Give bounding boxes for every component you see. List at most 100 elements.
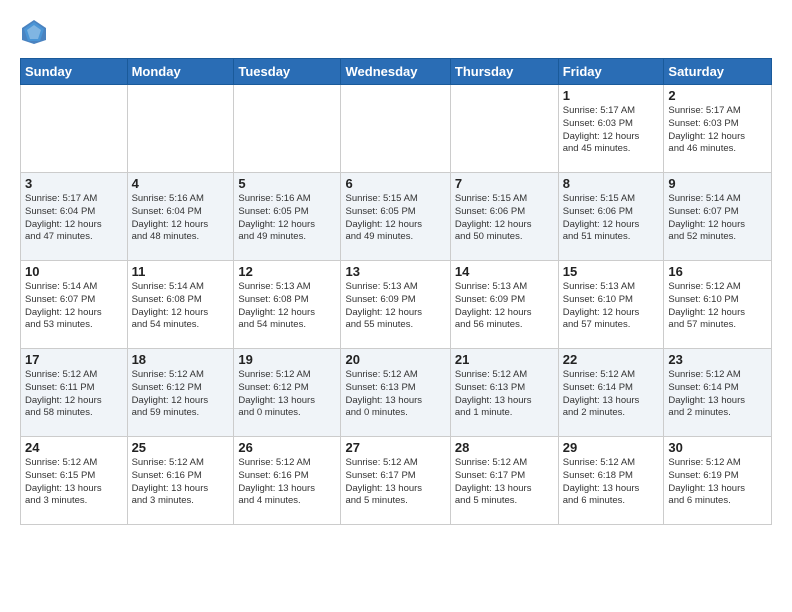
day-number: 21 xyxy=(455,352,554,367)
weekday-header-wednesday: Wednesday xyxy=(341,59,450,85)
calendar-cell: 25 Sunrise: 5:12 AM Sunset: 6:16 PM Dayli… xyxy=(127,437,234,525)
day-number: 26 xyxy=(238,440,336,455)
day-info: Sunrise: 5:17 AM Sunset: 6:03 PM Dayligh… xyxy=(563,105,660,156)
day-number: 13 xyxy=(345,264,445,279)
day-info: Sunrise: 5:14 AM Sunset: 6:07 PM Dayligh… xyxy=(668,193,767,244)
calendar-cell: 4Sunrise: 5:16 AM Sunset: 6:04 PM Daylig… xyxy=(127,173,234,261)
day-number: 6 xyxy=(345,176,445,191)
day-info: Sunrise: 5:12 AM Sunset: 6:12 PM Dayligh… xyxy=(132,369,230,420)
day-info: Sunrise: 5:13 AM Sunset: 6:09 PM Dayligh… xyxy=(455,281,554,332)
calendar-cell: 19 Sunrise: 5:12 AM Sunset: 6:12 PM Dayli… xyxy=(234,349,341,437)
calendar-cell: 15Sunrise: 5:13 AM Sunset: 6:10 PM Dayli… xyxy=(558,261,664,349)
calendar-cell: 20 Sunrise: 5:12 AM Sunset: 6:13 PM Dayli… xyxy=(341,349,450,437)
day-info: Sunrise: 5:12 AM Sunset: 6:17 PM Dayligh… xyxy=(455,457,554,508)
calendar-cell: 21 Sunrise: 5:12 AM Sunset: 6:13 PM Dayli… xyxy=(450,349,558,437)
day-info: Sunrise: 5:12 AM Sunset: 6:12 PM Dayligh… xyxy=(238,369,336,420)
calendar-cell: 24 Sunrise: 5:12 AM Sunset: 6:15 PM Dayli… xyxy=(21,437,128,525)
calendar-cell: 6 Sunrise: 5:15 AM Sunset: 6:05 PM Daylig… xyxy=(341,173,450,261)
day-number: 23 xyxy=(668,352,767,367)
day-number: 3 xyxy=(25,176,123,191)
day-number: 7 xyxy=(455,176,554,191)
calendar-week-2: 3 Sunrise: 5:17 AM Sunset: 6:04 PM Daylig… xyxy=(21,173,772,261)
day-number: 19 xyxy=(238,352,336,367)
day-info: Sunrise: 5:12 AM Sunset: 6:16 PM Dayligh… xyxy=(132,457,230,508)
day-info: Sunrise: 5:13 AM Sunset: 6:08 PM Dayligh… xyxy=(238,281,336,332)
calendar-header-row: SundayMondayTuesdayWednesdayThursdayFrid… xyxy=(21,59,772,85)
calendar-cell: 27 Sunrise: 5:12 AM Sunset: 6:17 PM Dayli… xyxy=(341,437,450,525)
day-info: Sunrise: 5:12 AM Sunset: 6:11 PM Dayligh… xyxy=(25,369,123,420)
day-info: Sunrise: 5:16 AM Sunset: 6:05 PM Dayligh… xyxy=(238,193,336,244)
day-info: Sunrise: 5:12 AM Sunset: 6:14 PM Dayligh… xyxy=(668,369,767,420)
calendar-cell xyxy=(450,85,558,173)
day-number: 18 xyxy=(132,352,230,367)
calendar-week-3: 10Sunrise: 5:14 AM Sunset: 6:07 PM Dayli… xyxy=(21,261,772,349)
day-number: 16 xyxy=(668,264,767,279)
calendar-cell: 18 Sunrise: 5:12 AM Sunset: 6:12 PM Dayli… xyxy=(127,349,234,437)
day-info: Sunrise: 5:12 AM Sunset: 6:17 PM Dayligh… xyxy=(345,457,445,508)
day-number: 11 xyxy=(132,264,230,279)
calendar-cell xyxy=(127,85,234,173)
day-info: Sunrise: 5:12 AM Sunset: 6:18 PM Dayligh… xyxy=(563,457,660,508)
day-number: 24 xyxy=(25,440,123,455)
calendar-cell: 11 Sunrise: 5:14 AM Sunset: 6:08 PM Dayli… xyxy=(127,261,234,349)
weekday-header-saturday: Saturday xyxy=(664,59,772,85)
calendar-cell: 29 Sunrise: 5:12 AM Sunset: 6:18 PM Dayli… xyxy=(558,437,664,525)
day-info: Sunrise: 5:13 AM Sunset: 6:09 PM Dayligh… xyxy=(345,281,445,332)
logo-icon xyxy=(20,18,48,46)
calendar-cell: 28 Sunrise: 5:12 AM Sunset: 6:17 PM Dayli… xyxy=(450,437,558,525)
calendar-cell: 9Sunrise: 5:14 AM Sunset: 6:07 PM Daylig… xyxy=(664,173,772,261)
day-info: Sunrise: 5:17 AM Sunset: 6:03 PM Dayligh… xyxy=(668,105,767,156)
calendar-cell xyxy=(341,85,450,173)
calendar-cell xyxy=(21,85,128,173)
day-number: 5 xyxy=(238,176,336,191)
weekday-header-thursday: Thursday xyxy=(450,59,558,85)
day-number: 28 xyxy=(455,440,554,455)
day-number: 25 xyxy=(132,440,230,455)
day-number: 17 xyxy=(25,352,123,367)
day-info: Sunrise: 5:15 AM Sunset: 6:06 PM Dayligh… xyxy=(563,193,660,244)
day-info: Sunrise: 5:12 AM Sunset: 6:10 PM Dayligh… xyxy=(668,281,767,332)
calendar-week-1: 1 Sunrise: 5:17 AM Sunset: 6:03 PM Daylig… xyxy=(21,85,772,173)
day-number: 22 xyxy=(563,352,660,367)
day-number: 14 xyxy=(455,264,554,279)
calendar-cell: 26Sunrise: 5:12 AM Sunset: 6:16 PM Dayli… xyxy=(234,437,341,525)
calendar-cell: 12 Sunrise: 5:13 AM Sunset: 6:08 PM Dayli… xyxy=(234,261,341,349)
weekday-header-sunday: Sunday xyxy=(21,59,128,85)
day-number: 29 xyxy=(563,440,660,455)
calendar-cell xyxy=(234,85,341,173)
calendar-table: SundayMondayTuesdayWednesdayThursdayFrid… xyxy=(20,58,772,525)
calendar-week-5: 24 Sunrise: 5:12 AM Sunset: 6:15 PM Dayli… xyxy=(21,437,772,525)
day-info: Sunrise: 5:17 AM Sunset: 6:04 PM Dayligh… xyxy=(25,193,123,244)
day-info: Sunrise: 5:13 AM Sunset: 6:10 PM Dayligh… xyxy=(563,281,660,332)
calendar-cell: 14 Sunrise: 5:13 AM Sunset: 6:09 PM Dayli… xyxy=(450,261,558,349)
calendar-cell: 7 Sunrise: 5:15 AM Sunset: 6:06 PM Daylig… xyxy=(450,173,558,261)
weekday-header-friday: Friday xyxy=(558,59,664,85)
day-number: 8 xyxy=(563,176,660,191)
calendar-cell: 3 Sunrise: 5:17 AM Sunset: 6:04 PM Daylig… xyxy=(21,173,128,261)
calendar-cell: 16 Sunrise: 5:12 AM Sunset: 6:10 PM Dayli… xyxy=(664,261,772,349)
page: SundayMondayTuesdayWednesdayThursdayFrid… xyxy=(0,0,792,535)
day-number: 4 xyxy=(132,176,230,191)
calendar-cell: 30 Sunrise: 5:12 AM Sunset: 6:19 PM Dayli… xyxy=(664,437,772,525)
logo xyxy=(20,18,54,46)
calendar-cell: 17 Sunrise: 5:12 AM Sunset: 6:11 PM Dayli… xyxy=(21,349,128,437)
day-number: 2 xyxy=(668,88,767,103)
calendar-cell: 2 Sunrise: 5:17 AM Sunset: 6:03 PM Daylig… xyxy=(664,85,772,173)
day-info: Sunrise: 5:12 AM Sunset: 6:13 PM Dayligh… xyxy=(345,369,445,420)
day-info: Sunrise: 5:12 AM Sunset: 6:15 PM Dayligh… xyxy=(25,457,123,508)
day-number: 10 xyxy=(25,264,123,279)
day-number: 30 xyxy=(668,440,767,455)
day-info: Sunrise: 5:12 AM Sunset: 6:19 PM Dayligh… xyxy=(668,457,767,508)
day-info: Sunrise: 5:15 AM Sunset: 6:06 PM Dayligh… xyxy=(455,193,554,244)
day-number: 27 xyxy=(345,440,445,455)
day-info: Sunrise: 5:12 AM Sunset: 6:13 PM Dayligh… xyxy=(455,369,554,420)
weekday-header-tuesday: Tuesday xyxy=(234,59,341,85)
day-info: Sunrise: 5:14 AM Sunset: 6:08 PM Dayligh… xyxy=(132,281,230,332)
calendar-cell: 22Sunrise: 5:12 AM Sunset: 6:14 PM Dayli… xyxy=(558,349,664,437)
day-info: Sunrise: 5:15 AM Sunset: 6:05 PM Dayligh… xyxy=(345,193,445,244)
day-number: 1 xyxy=(563,88,660,103)
day-number: 20 xyxy=(345,352,445,367)
day-number: 12 xyxy=(238,264,336,279)
calendar-cell: 13 Sunrise: 5:13 AM Sunset: 6:09 PM Dayli… xyxy=(341,261,450,349)
calendar-cell: 10Sunrise: 5:14 AM Sunset: 6:07 PM Dayli… xyxy=(21,261,128,349)
